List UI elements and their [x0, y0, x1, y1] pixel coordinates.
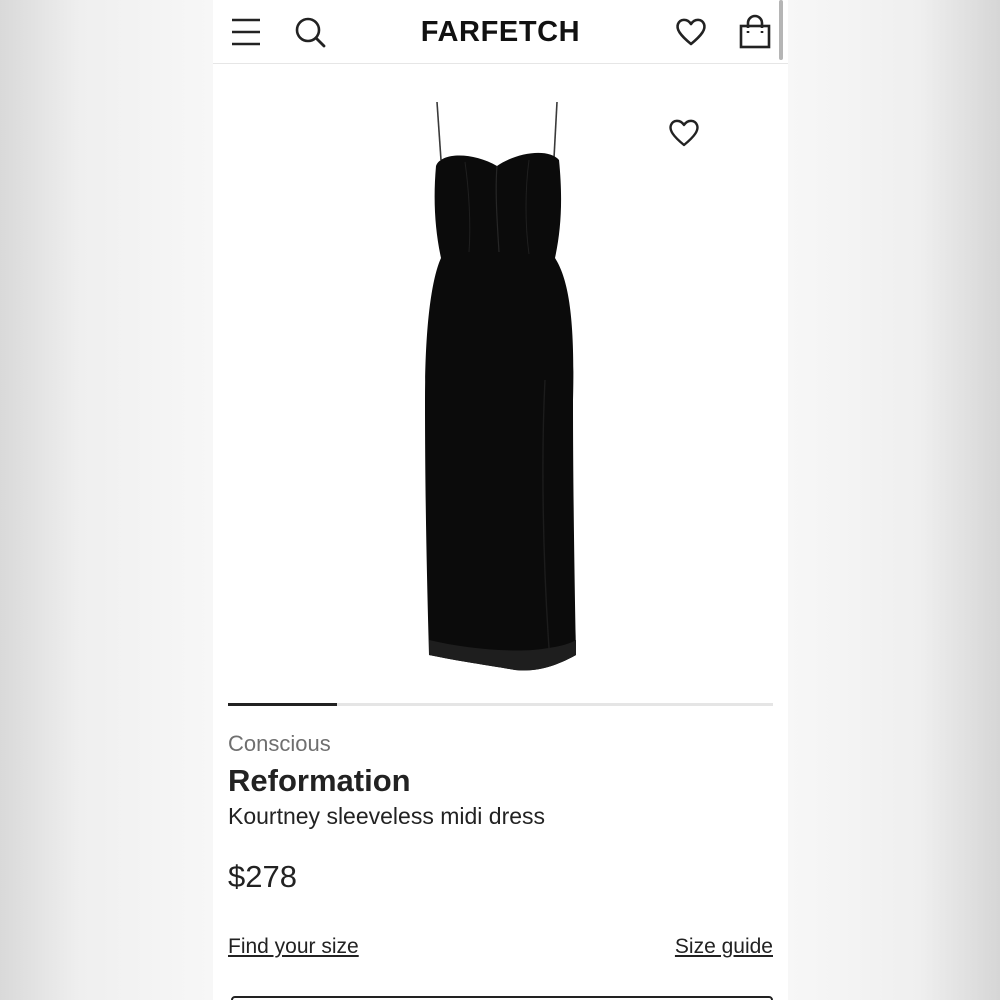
wishlist-heart-icon[interactable] — [674, 15, 708, 49]
image-progress-fill — [228, 703, 337, 706]
find-your-size-link[interactable]: Find your size — [228, 935, 359, 959]
menu-icon[interactable] — [229, 16, 263, 48]
heart-outline-icon[interactable] — [667, 116, 701, 150]
size-select-button[interactable] — [231, 996, 773, 1000]
brand-name[interactable]: Reformation — [228, 763, 411, 799]
product-name: Kourtney sleeveless midi dress — [228, 803, 546, 829]
shopping-bag-icon[interactable] — [737, 14, 773, 50]
page-scrollbar[interactable] — [779, 0, 783, 60]
top-navigation-bar: FARFETCH — [213, 0, 788, 64]
product-image-carousel[interactable] — [213, 64, 788, 694]
farfetch-logo[interactable]: FARFETCH — [373, 14, 628, 50]
search-icon[interactable] — [293, 15, 327, 49]
dress-image — [413, 100, 593, 680]
size-guide-link[interactable]: Size guide — [675, 935, 773, 959]
product-price: $278 — [228, 859, 297, 894]
image-progress-indicator — [228, 703, 773, 706]
product-category-label: Conscious — [228, 731, 331, 756]
app-screen: FARFETCH Conscious Reformation Kourtney … — [213, 0, 788, 1000]
